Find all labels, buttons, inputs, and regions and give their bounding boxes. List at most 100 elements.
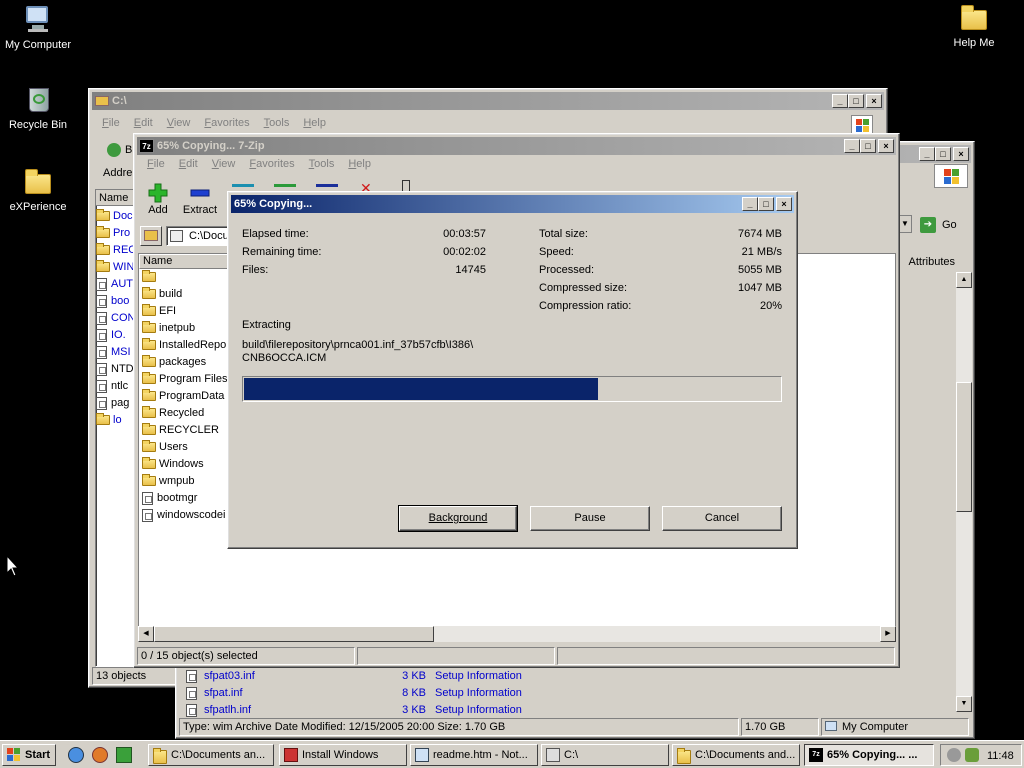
list-item[interactable]: Doc: [96, 208, 133, 225]
menu-file[interactable]: File: [95, 115, 127, 133]
menu-view[interactable]: View: [205, 156, 243, 174]
taskbar-item-7zip-copying[interactable]: 7z 65% Copying... ...: [804, 744, 934, 766]
address-dropdown-button[interactable]: ▼: [898, 215, 912, 233]
list-item[interactable]: Windows: [142, 456, 232, 473]
menu-tools[interactable]: Tools: [302, 156, 342, 174]
scrollbar-thumb[interactable]: [956, 382, 972, 512]
item-name: RECYCLER: [159, 424, 219, 436]
list-item[interactable]: RECYCLER: [142, 422, 232, 439]
list-item[interactable]: Pro: [96, 225, 130, 242]
tray-icon-volume[interactable]: [947, 748, 961, 762]
folder-list-pane[interactable]: Name Doc Pro REC WIN AUT boo CON IO. MSI…: [95, 189, 136, 667]
close-button[interactable]: ×: [776, 197, 792, 211]
close-button[interactable]: ×: [878, 139, 894, 153]
close-button[interactable]: ×: [866, 94, 882, 108]
background-button[interactable]: Background: [398, 505, 518, 532]
pause-button[interactable]: Pause: [530, 506, 650, 531]
table-row[interactable]: sfpatlh.inf 3 KB Setup Information: [186, 702, 746, 719]
list-item[interactable]: ntlc: [96, 378, 128, 395]
menu-tools[interactable]: Tools: [257, 115, 297, 133]
list-item[interactable]: IO.: [96, 327, 126, 344]
current-file-path: build\filerepository\prnca001.inf_37b57c…: [242, 339, 474, 351]
firefox-icon[interactable]: [92, 747, 108, 763]
title-bar[interactable]: C:\ _ □ ×: [92, 92, 884, 110]
list-item[interactable]: MSI: [96, 344, 131, 361]
menu-help[interactable]: Help: [296, 115, 333, 133]
taskbar-item-documents-2[interactable]: C:\Documents and...: [672, 744, 800, 766]
list-item[interactable]: ProgramData: [142, 388, 232, 405]
list-item[interactable]: lo: [96, 412, 122, 429]
status-object-count: 13 objects: [92, 667, 182, 685]
list-item[interactable]: inetpub: [142, 320, 232, 337]
list-item[interactable]: build: [142, 286, 232, 303]
desktop-icon-help-me[interactable]: Help Me: [934, 2, 1014, 49]
minimize-button[interactable]: _: [919, 147, 935, 161]
menu-edit[interactable]: Edit: [127, 115, 160, 133]
go-button[interactable]: ➔ Go: [918, 215, 964, 235]
speed-value: 21 MB/s: [741, 246, 782, 258]
menu-favorites[interactable]: Favorites: [197, 115, 256, 133]
copy-progress-dialog[interactable]: 65% Copying... _ □ × Elapsed time: 00:03…: [227, 191, 798, 549]
column-header-name[interactable]: Name: [96, 190, 136, 206]
add-button[interactable]: Add: [142, 180, 174, 220]
extract-button[interactable]: Extract: [178, 180, 222, 220]
maximize-button[interactable]: □: [860, 139, 876, 153]
folder-icon: [153, 748, 167, 764]
tray-icon-network[interactable]: [965, 748, 979, 762]
column-header-name[interactable]: Name: [139, 254, 229, 269]
close-button[interactable]: ×: [953, 147, 969, 161]
title-bar[interactable]: 65% Copying... _ □ ×: [231, 195, 794, 213]
list-item[interactable]: EFI: [142, 303, 232, 320]
menu-edit[interactable]: Edit: [172, 156, 205, 174]
maximize-button[interactable]: □: [848, 94, 864, 108]
list-item[interactable]: WIN: [96, 259, 134, 276]
ie-icon[interactable]: [68, 747, 84, 763]
menu-view[interactable]: View: [160, 115, 198, 133]
back-button[interactable]: B: [103, 140, 135, 160]
list-item[interactable]: InstalledRepo: [142, 337, 232, 354]
cancel-button[interactable]: Cancel: [662, 506, 782, 531]
list-item[interactable]: bootmgr: [142, 490, 232, 507]
maximize-button[interactable]: □: [935, 147, 951, 161]
table-row[interactable]: sfpat.inf 8 KB Setup Information: [186, 685, 746, 702]
start-button[interactable]: Start: [2, 744, 56, 766]
item-name: build: [159, 288, 183, 300]
taskbar-item-c-drive[interactable]: C:\: [541, 744, 669, 766]
menu-file[interactable]: File: [140, 156, 172, 174]
desktop-icon-my-computer[interactable]: My Computer: [0, 4, 78, 51]
table-row[interactable]: sfpat03.inf 3 KB Setup Information: [186, 668, 746, 685]
desktop-icon-recycle-bin[interactable]: Recycle Bin: [0, 84, 78, 131]
clock[interactable]: 11:48: [987, 748, 1014, 764]
title-bar[interactable]: 7z 65% Copying... 7-Zip _ □ ×: [137, 137, 896, 155]
list-item[interactable]: packages: [142, 354, 232, 371]
taskbar-item-readme[interactable]: readme.htm - Not...: [410, 744, 538, 766]
list-item[interactable]: Recycled: [142, 405, 232, 422]
minimize-button[interactable]: _: [844, 139, 860, 153]
list-item[interactable]: [142, 269, 232, 286]
minimize-button[interactable]: _: [832, 94, 848, 108]
scrollbar-thumb[interactable]: [154, 626, 434, 642]
path-input[interactable]: C:\Docu: [166, 226, 228, 246]
taskbar-item-documents-1[interactable]: C:\Documents an...: [148, 744, 274, 766]
menu-help[interactable]: Help: [341, 156, 378, 174]
show-desktop-icon[interactable]: [116, 747, 132, 763]
list-item[interactable]: REC: [96, 242, 136, 259]
list-item[interactable]: pag: [96, 395, 129, 412]
list-item[interactable]: NTD: [96, 361, 134, 378]
desktop-icon-experience[interactable]: eXPerience: [0, 166, 78, 213]
up-folder-button[interactable]: [140, 226, 162, 246]
horizontal-scrollbar[interactable]: ◀ ▶: [138, 626, 896, 642]
list-item[interactable]: CON: [96, 310, 135, 327]
maximize-button[interactable]: □: [758, 197, 774, 211]
menu-favorites[interactable]: Favorites: [242, 156, 301, 174]
vertical-scrollbar[interactable]: ▲ ▼: [956, 272, 972, 712]
list-item[interactable]: windowscodei: [142, 507, 232, 524]
list-item[interactable]: Users: [142, 439, 232, 456]
minimize-button[interactable]: _: [742, 197, 758, 211]
list-item[interactable]: AUT: [96, 276, 133, 293]
taskbar-item-install-windows[interactable]: Install Windows: [279, 744, 407, 766]
list-item[interactable]: boo: [96, 293, 129, 310]
list-item[interactable]: Program Files: [142, 371, 232, 388]
list-item[interactable]: wmpub: [142, 473, 232, 490]
menu-bar: File Edit View Favorites Tools Help: [140, 156, 378, 174]
